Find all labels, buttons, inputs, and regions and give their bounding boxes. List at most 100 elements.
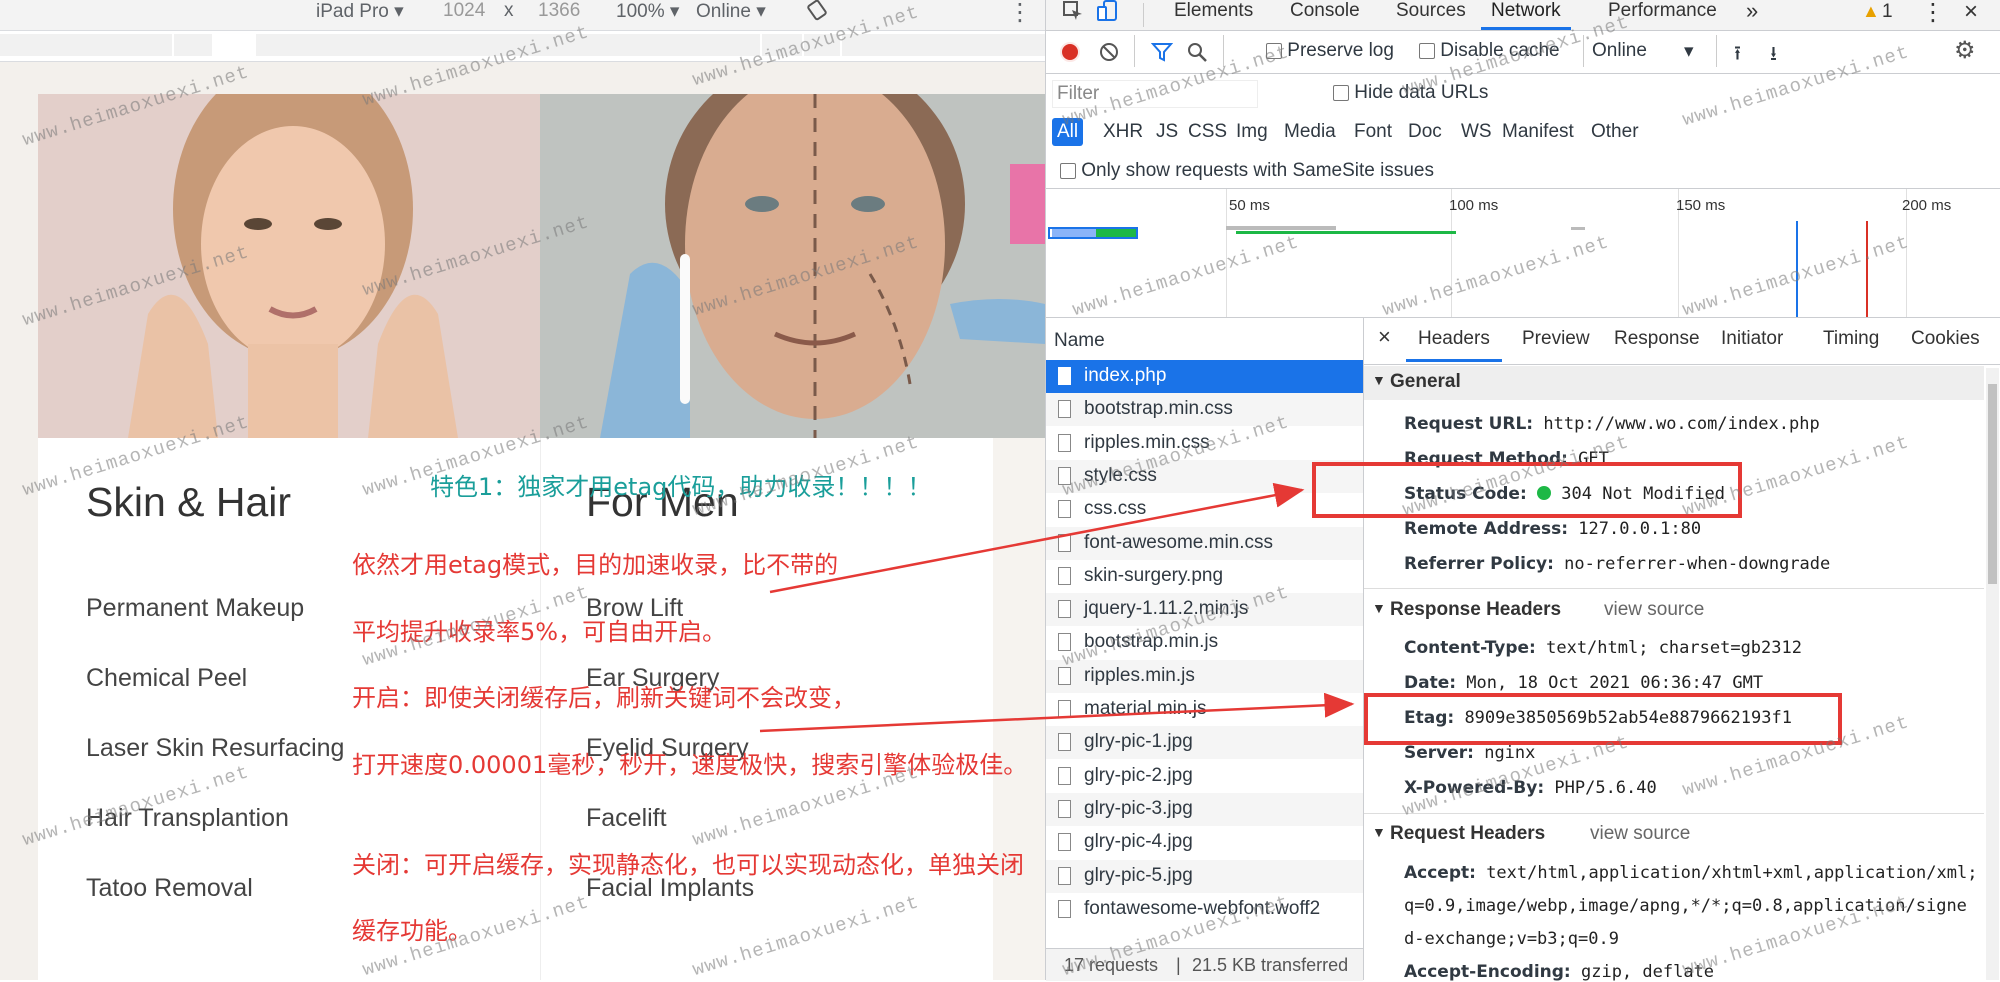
preserve-log-checkbox[interactable]: Preserve log (1266, 40, 1394, 62)
service-link[interactable]: Facelift (586, 804, 667, 833)
service-link[interactable]: Laser Skin Resurfacing (86, 734, 344, 763)
request-name: bootstrap.min.js (1084, 631, 1219, 653)
filter-icon[interactable] (1150, 41, 1174, 69)
device-select[interactable]: iPad Pro ▾ (316, 0, 404, 23)
type-filter-font[interactable]: Font (1354, 121, 1392, 143)
request-row[interactable]: font-awesome.min.css (1046, 526, 1363, 560)
annotation-line: 打开速度0.00001毫秒，秒开，速度极快，搜索引擎体验极佳。 (352, 751, 1028, 779)
service-link[interactable]: Tatoo Removal (86, 874, 253, 903)
device-toggle-icon[interactable] (1096, 0, 1118, 28)
request-detail: × Headers Preview Response Initiator Tim… (1364, 318, 2000, 982)
file-icon (1058, 766, 1071, 785)
request-name: glry-pic-3.jpg (1084, 797, 1193, 819)
import-har-icon[interactable]: ⭱ (1734, 39, 1741, 73)
service-link[interactable]: Permanent Makeup (86, 594, 304, 623)
file-icon (1058, 466, 1071, 485)
close-devtools-icon[interactable]: × (1964, 0, 1978, 26)
request-name: jquery-1.11.2.min.js (1084, 598, 1249, 620)
request-row[interactable]: jquery-1.11.2.min.js (1046, 593, 1363, 627)
type-filter-css[interactable]: CSS (1188, 121, 1227, 143)
type-filter-img[interactable]: Img (1236, 121, 1268, 143)
close-detail-icon[interactable]: × (1378, 324, 1391, 350)
file-icon (1058, 500, 1071, 519)
view-source-link[interactable]: view source (1590, 823, 1690, 845)
settings-menu-icon[interactable]: ⋮ (1921, 0, 1945, 27)
devtools-tab-bar: Elements Console Sources Network Perform… (1046, 0, 2000, 31)
timeline-tick: 150 ms (1676, 197, 1726, 214)
type-filter-js[interactable]: JS (1156, 121, 1178, 143)
clear-icon[interactable] (1098, 41, 1120, 69)
type-filter-xhr[interactable]: XHR (1103, 121, 1143, 143)
tab-performance[interactable]: Performance (1608, 0, 1717, 30)
type-filter-doc[interactable]: Doc (1408, 121, 1442, 143)
request-name: index.php (1084, 365, 1167, 386)
request-headers-section-header[interactable]: ▼ Request Headers view source (1364, 818, 1984, 852)
name-column-header[interactable]: Name (1054, 330, 1105, 352)
request-row[interactable]: ripples.min.css (1046, 427, 1363, 460)
tab-cookies[interactable]: Cookies (1911, 328, 1980, 350)
height-input[interactable]: 1366 (538, 0, 580, 22)
dimension-separator: x (504, 0, 514, 21)
tab-elements[interactable]: Elements (1174, 0, 1253, 30)
request-row[interactable]: bootstrap.min.css (1046, 393, 1363, 427)
throttling-select[interactable]: Online ▾ (1592, 40, 1694, 62)
more-tabs-button[interactable]: » (1746, 0, 1758, 30)
network-select[interactable]: Online ▾ (696, 0, 766, 23)
zoom-select[interactable]: 100% ▾ (616, 0, 679, 23)
disable-cache-checkbox[interactable]: Disable cache (1419, 40, 1560, 62)
header-x-powered-by: X-Powered-By: PHP/5.6.40 (1404, 778, 1657, 798)
annotation-line: 开启：即使关闭缓存后，刷新关键词不会改变， (352, 684, 856, 712)
tab-timing[interactable]: Timing (1823, 328, 1879, 350)
type-filter-other[interactable]: Other (1591, 121, 1639, 143)
file-icon (1058, 400, 1071, 419)
request-row[interactable]: index.php (1046, 360, 1363, 393)
file-icon (1058, 833, 1071, 852)
samesite-checkbox[interactable]: Only show requests with SameSite issues (1060, 160, 1434, 182)
tab-response[interactable]: Response (1614, 328, 1700, 350)
export-har-icon[interactable]: ⭳ (1770, 39, 1777, 73)
request-name: ripples.min.css (1084, 431, 1210, 453)
request-row[interactable]: glry-pic-5.jpg (1046, 859, 1363, 893)
tab-network[interactable]: Network (1481, 0, 1571, 30)
type-filter-all[interactable]: All (1052, 118, 1084, 146)
record-icon[interactable] (1060, 42, 1080, 62)
request-row[interactable]: material.min.js (1046, 693, 1363, 726)
request-row[interactable]: skin-surgery.png (1046, 560, 1363, 593)
request-row[interactable]: bootstrap.min.js (1046, 626, 1363, 659)
tab-headers[interactable]: Headers (1406, 328, 1502, 362)
type-filter-media[interactable]: Media (1284, 121, 1336, 143)
request-name: glry-pic-2.jpg (1084, 764, 1193, 786)
tab-preview[interactable]: Preview (1522, 328, 1590, 350)
request-row[interactable]: glry-pic-3.jpg (1046, 792, 1363, 826)
rotate-icon[interactable] (806, 0, 830, 28)
view-source-link[interactable]: view source (1604, 599, 1704, 621)
filter-input[interactable]: Filter (1052, 80, 1258, 108)
inspect-icon[interactable] (1062, 0, 1084, 28)
request-row[interactable]: glry-pic-4.jpg (1046, 826, 1363, 859)
hide-data-urls-checkbox[interactable]: Hide data URLs (1333, 82, 1488, 104)
for-men-photo (540, 94, 1045, 438)
device-toolbar: iPad Pro ▾ 1024 x 1366 100% ▾ Online ▾ ⋮ (0, 0, 1045, 31)
request-row[interactable]: glry-pic-1.jpg (1046, 726, 1363, 760)
tab-sources[interactable]: Sources (1396, 0, 1466, 30)
request-row[interactable]: glry-pic-2.jpg (1046, 760, 1363, 793)
width-input[interactable]: 1024 (443, 0, 485, 22)
network-settings-icon[interactable]: ⚙ (1954, 36, 1976, 65)
service-link[interactable]: Hair Transplantion (86, 804, 289, 833)
service-link[interactable]: Chemical Peel (86, 664, 247, 693)
tab-console[interactable]: Console (1290, 0, 1360, 30)
summary-separator: | (1176, 955, 1181, 975)
more-options-icon[interactable]: ⋮ (1008, 0, 1032, 27)
scrollbar[interactable] (1986, 368, 1999, 980)
type-filter-ws[interactable]: WS (1461, 121, 1492, 143)
request-row[interactable]: ripples.min.js (1046, 659, 1363, 693)
request-row[interactable]: fontawesome-webfont.woff2 (1046, 893, 1363, 926)
search-icon[interactable] (1186, 41, 1208, 69)
etag-highlight (1364, 693, 1842, 745)
warning-icon[interactable]: ▲ (1862, 1, 1880, 22)
response-headers-section-header[interactable]: ▼ Response Headers view source (1364, 594, 1984, 628)
general-section-header[interactable]: ▼ General (1364, 366, 1984, 400)
header-date: Date: Mon, 18 Oct 2021 06:36:47 GMT (1404, 673, 1764, 693)
tab-initiator[interactable]: Initiator (1721, 328, 1783, 350)
type-filter-manifest[interactable]: Manifest (1502, 121, 1574, 143)
